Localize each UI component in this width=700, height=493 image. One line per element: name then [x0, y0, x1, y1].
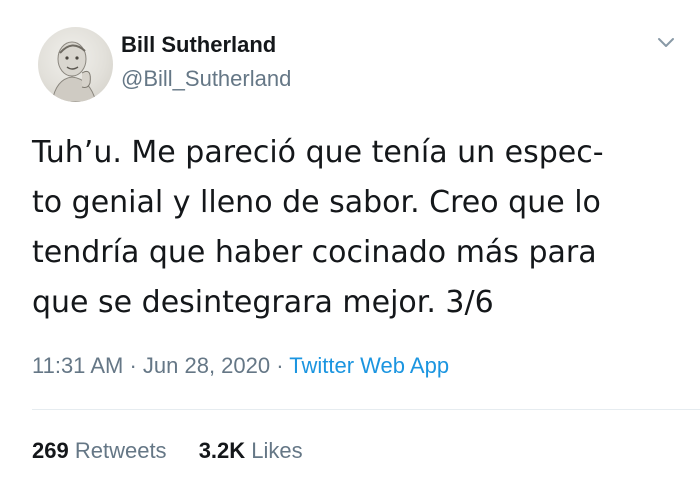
likes-count: 3.2K: [198, 438, 246, 463]
tweet-header: Bill Sutherland @Bill_Sutherland: [22, 22, 682, 102]
tweet-source-app[interactable]: Twitter Web App: [289, 353, 449, 378]
likes-label: Likes: [251, 438, 303, 463]
tweet-text-line: Tuh’u. Me pareció que tenía un espec-: [32, 135, 604, 170]
tweet-text-line: que se desintegrara mejor. 3/6: [32, 285, 494, 320]
tweet-card: Bill Sutherland @Bill_Sutherland Tuh’u. …: [0, 0, 700, 493]
tweet-text-line: to genial y lleno de sabor. Creo que lo: [32, 185, 601, 220]
retweets-count: 269: [32, 438, 69, 463]
tweet-meta: 11:31 AM · Jun 28, 2020 · Twitter Web Ap…: [32, 353, 449, 379]
retweets-stat[interactable]: 269 Retweets: [32, 438, 167, 464]
meta-separator: ·: [123, 353, 143, 378]
retweets-label: Retweets: [74, 438, 167, 463]
likes-stat[interactable]: 3.2K Likes: [199, 438, 303, 464]
tweet-stats: 269 Retweets 3.2K Likes: [32, 438, 329, 464]
chevron-down-icon[interactable]: [656, 32, 676, 52]
tweet-time[interactable]: 11:31 AM: [32, 353, 123, 378]
meta-separator: ·: [270, 353, 290, 378]
divider: [32, 409, 700, 410]
avatar-portrait-icon: [51, 41, 97, 102]
author-handle[interactable]: @Bill_Sutherland: [121, 66, 291, 92]
avatar[interactable]: [38, 27, 113, 102]
tweet-date[interactable]: Jun 28, 2020: [143, 353, 270, 378]
tweet-text-line: tendría que haber cocinado más para: [32, 235, 597, 270]
tweet-text: Tuh’u. Me pareció que tenía un espec- to…: [32, 128, 682, 328]
author-name[interactable]: Bill Sutherland: [121, 32, 276, 58]
